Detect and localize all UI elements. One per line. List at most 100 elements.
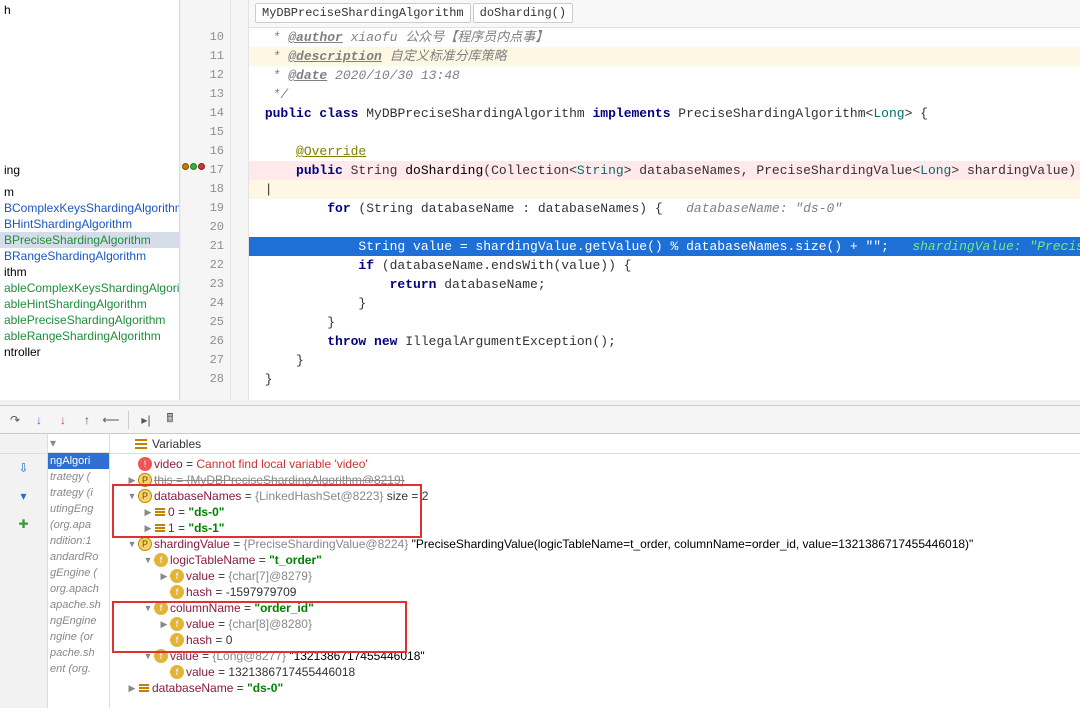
variable-row[interactable]: ▼P shardingValue = {PreciseShardingValue… xyxy=(110,536,1080,552)
sidebar-class-item[interactable]: ableRangeShardingAlgorithm xyxy=(0,328,179,344)
variables-tab[interactable]: Variables xyxy=(110,434,1080,454)
stack-frame[interactable]: apache.sh xyxy=(48,597,109,613)
code-line[interactable]: * @date 2020/10/30 13:48 xyxy=(249,66,1080,85)
code-line[interactable]: throw new IllegalArgumentException(); xyxy=(249,332,1080,351)
tree-expander-icon[interactable]: ▼ xyxy=(142,600,154,616)
tree-expander-icon[interactable]: ▼ xyxy=(126,488,138,504)
tree-expander-icon[interactable]: ▼ xyxy=(142,552,154,568)
stack-frame[interactable]: trategy (i xyxy=(48,485,109,501)
variable-row[interactable]: f value = 1321386717455446018 xyxy=(110,664,1080,680)
code-line[interactable]: } xyxy=(249,294,1080,313)
sidebar-controller[interactable]: ntroller xyxy=(0,344,179,360)
project-tree-sidebar[interactable]: h ing m BComplexKeysShardingAlgorithmBHi… xyxy=(0,0,180,400)
sidebar-package[interactable]: m xyxy=(0,184,179,200)
code-line[interactable]: * @author xiaofu 公众号【程序员内点事】 xyxy=(249,28,1080,47)
gutter-line-number[interactable]: 16 xyxy=(181,142,230,161)
sidebar-class-item[interactable]: ableHintShardingAlgorithm xyxy=(0,296,179,312)
force-step-into-icon[interactable]: ↓ xyxy=(54,411,72,429)
gutter-line-number[interactable]: 15 xyxy=(181,123,230,142)
gutter-line-number[interactable]: 26 xyxy=(181,332,230,351)
restore-layout-icon[interactable]: ⇩ xyxy=(14,458,34,478)
code-line[interactable]: if (databaseName.endsWith(value)) { xyxy=(249,256,1080,275)
variable-row[interactable]: ▼P databaseNames = {LinkedHashSet@8223} … xyxy=(110,488,1080,504)
gutter-line-number[interactable]: 12 xyxy=(181,66,230,85)
override-icon[interactable] xyxy=(182,163,189,170)
tree-expander-icon[interactable]: ▶ xyxy=(126,472,138,488)
code-line[interactable]: */ xyxy=(249,85,1080,104)
step-over-icon[interactable]: ↷ xyxy=(6,411,24,429)
drop-frame-icon[interactable]: ⟵ xyxy=(102,411,120,429)
variable-row[interactable]: ▼f value = {Long@8277} "1321386717455446… xyxy=(110,648,1080,664)
code-line[interactable]: } xyxy=(249,351,1080,370)
gutter-line-number[interactable]: 23 xyxy=(181,275,230,294)
code-line[interactable]: String value = shardingValue.getValue() … xyxy=(249,237,1080,256)
gutter-line-number[interactable]: 20 xyxy=(181,218,230,237)
thread-select-icon[interactable]: ▾ xyxy=(50,436,56,450)
code-line[interactable] xyxy=(249,123,1080,142)
code-line[interactable]: return databaseName; xyxy=(249,275,1080,294)
evaluate-expression-icon[interactable]: 🖩 xyxy=(161,411,179,429)
gutter-line-number[interactable]: 27 xyxy=(181,351,230,370)
sidebar-class-item[interactable]: BRangeShardingAlgorithm xyxy=(0,248,179,264)
variable-row[interactable]: ▶f value = {char[8]@8280} xyxy=(110,616,1080,632)
gutter-line-number[interactable]: 28 xyxy=(181,370,230,389)
impl-icon[interactable] xyxy=(190,163,197,170)
tree-expander-icon[interactable]: ▶ xyxy=(158,616,170,632)
editor-gutter-fold[interactable] xyxy=(231,0,249,400)
stack-frame[interactable]: ent (org. xyxy=(48,661,109,677)
variable-row[interactable]: ▶ 1 = "ds-1" xyxy=(110,520,1080,536)
debugger-panel[interactable]: ↷ ↓ ↓ ↑ ⟵ ▸| 🖩 ⇩ ▾ ✚ ▾ ngAlgoritrategy (… xyxy=(0,405,1080,708)
code-line[interactable]: | xyxy=(249,180,1080,199)
variable-row[interactable]: ▼f columnName = "order_id" xyxy=(110,600,1080,616)
variable-row[interactable]: ▶ databaseName = "ds-0" xyxy=(110,680,1080,696)
code-line[interactable]: * @description 自定义标准分库策略 xyxy=(249,47,1080,66)
sidebar-class-item[interactable]: BHintShardingAlgorithm xyxy=(0,216,179,232)
sidebar-class-item[interactable]: ablePreciseShardingAlgorithm xyxy=(0,312,179,328)
code-line[interactable] xyxy=(249,218,1080,237)
stack-frame[interactable]: (org.apa xyxy=(48,517,109,533)
gutter-line-number[interactable]: 18 xyxy=(181,180,230,199)
breadcrumb-method[interactable]: doSharding() xyxy=(473,3,573,23)
breakpoint-icon[interactable] xyxy=(198,163,205,170)
code-line[interactable]: public class MyDBPreciseShardingAlgorith… xyxy=(249,104,1080,123)
variable-row[interactable]: ▶f value = {char[7]@8279} xyxy=(110,568,1080,584)
stack-frame[interactable]: pache.sh xyxy=(48,645,109,661)
tree-expander-icon[interactable]: ▶ xyxy=(142,520,154,536)
stack-frame[interactable]: org.apach xyxy=(48,581,109,597)
debugger-toolbar[interactable]: ↷ ↓ ↓ ↑ ⟵ ▸| 🖩 xyxy=(0,406,1080,434)
stack-frame[interactable]: ngEngine xyxy=(48,613,109,629)
editor-code-area[interactable]: * @author xiaofu 公众号【程序员内点事】 * @descript… xyxy=(249,28,1080,400)
gutter-line-number[interactable]: 13 xyxy=(181,85,230,104)
step-into-icon[interactable]: ↓ xyxy=(30,411,48,429)
code-line[interactable]: @Override xyxy=(249,142,1080,161)
tree-expander-icon[interactable]: ▶ xyxy=(158,568,170,584)
debugger-frames-column[interactable]: ▾ ngAlgoritrategy (trategy (iutingEng(or… xyxy=(48,434,110,708)
code-line[interactable]: } xyxy=(249,370,1080,389)
code-line[interactable]: public String doSharding(Collection<Stri… xyxy=(249,161,1080,180)
stack-frame[interactable]: ndition:1 xyxy=(48,533,109,549)
editor-breadcrumb[interactable]: MyDBPreciseShardingAlgorithmdoSharding() xyxy=(249,0,1080,28)
stack-frame[interactable]: andardRo xyxy=(48,549,109,565)
tree-expander-icon[interactable]: ▼ xyxy=(142,648,154,664)
step-out-icon[interactable]: ↑ xyxy=(78,411,96,429)
sidebar-item[interactable]: ing xyxy=(0,162,179,178)
sidebar-class-item[interactable]: BPreciseShardingAlgorithm xyxy=(0,232,179,248)
breadcrumb-class[interactable]: MyDBPreciseShardingAlgorithm xyxy=(255,3,471,23)
variable-row[interactable]: ▶ 0 = "ds-0" xyxy=(110,504,1080,520)
sidebar-item[interactable]: h xyxy=(0,2,179,18)
gutter-line-number[interactable]: 24 xyxy=(181,294,230,313)
gutter-line-number[interactable]: 19 xyxy=(181,199,230,218)
tree-expander-icon[interactable]: ▼ xyxy=(126,536,138,552)
gutter-line-number[interactable]: 14 xyxy=(181,104,230,123)
stack-frame[interactable]: trategy ( xyxy=(48,469,109,485)
variable-row[interactable]: ! video = Cannot find local variable 'vi… xyxy=(110,456,1080,472)
frames-tab[interactable]: ▾ xyxy=(48,434,109,453)
run-to-cursor-icon[interactable]: ▸| xyxy=(137,411,155,429)
debugger-left-gutter[interactable]: ⇩ ▾ ✚ xyxy=(0,434,48,708)
code-editor[interactable]: MyDBPreciseShardingAlgorithmdoSharding()… xyxy=(180,0,1080,400)
debugger-variables-pane[interactable]: Variables ! video = Cannot find local va… xyxy=(110,434,1080,708)
add-watch-icon[interactable]: ✚ xyxy=(14,514,34,534)
stack-frame[interactable]: utingEng xyxy=(48,501,109,517)
gutter-line-number[interactable]: 21 xyxy=(181,237,230,256)
gutter-line-number[interactable]: 10 xyxy=(181,28,230,47)
